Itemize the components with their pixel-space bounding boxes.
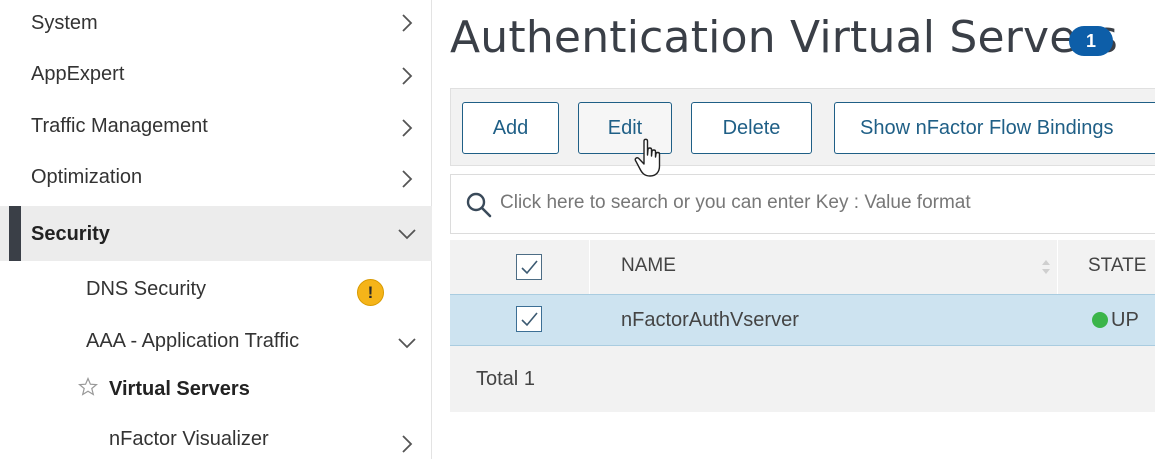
page-title: Authentication Virtual Servers <box>450 12 1118 63</box>
search-icon <box>465 191 493 219</box>
chevron-right-icon <box>397 118 417 138</box>
sidebar-item-label: AAA - Application Traffic <box>86 330 300 352</box>
select-all-checkbox[interactable] <box>516 254 542 280</box>
sidebar: System AppExpert Traffic Management Opti… <box>0 0 432 459</box>
total-value: 1 <box>523 368 535 390</box>
sidebar-item-aaa-application-traffic[interactable]: AAA - Application Traffic <box>0 318 432 366</box>
delete-button[interactable]: Delete <box>691 102 812 154</box>
chevron-down-icon <box>397 333 417 353</box>
sidebar-item-label: Virtual Servers <box>109 378 250 400</box>
sidebar-item-label: Traffic Management <box>31 115 208 137</box>
select-all-header <box>450 240 590 294</box>
sidebar-item-traffic-management[interactable]: Traffic Management <box>0 102 432 150</box>
column-header-label: STATE <box>1088 255 1147 276</box>
row-name-cell: nFactorAuthVserver <box>621 309 799 331</box>
sidebar-item-appexpert[interactable]: AppExpert <box>0 50 432 98</box>
warning-icon: ! <box>357 279 384 306</box>
sidebar-item-nfactor-visualizer[interactable]: nFactor Visualizer <box>0 416 432 459</box>
sidebar-item-label: AppExpert <box>31 63 125 85</box>
sidebar-item-label: nFactor Visualizer <box>109 428 269 450</box>
search-input[interactable]: Click here to search or you can enter Ke… <box>500 192 971 214</box>
sidebar-item-label: Optimization <box>31 166 143 188</box>
total-label: Total <box>476 368 519 390</box>
sort-icon[interactable] <box>1040 257 1052 277</box>
chevron-right-icon <box>397 169 417 189</box>
sidebar-item-label: DNS Security <box>86 278 207 300</box>
sidebar-item-virtual-servers[interactable]: Virtual Servers <box>0 366 432 412</box>
active-indicator <box>9 206 21 261</box>
hand-cursor-icon <box>632 137 670 179</box>
table-row[interactable]: nFactorAuthVserver UP <box>450 294 1155 346</box>
chevron-down-icon <box>397 224 417 244</box>
row-checkbox[interactable] <box>516 306 542 332</box>
row-state-cell: UP <box>1111 309 1139 331</box>
chevron-right-icon <box>397 434 417 454</box>
toolbar: Add Edit Delete Show nFactor Flow Bindin… <box>450 88 1155 166</box>
sidebar-item-system[interactable]: System <box>0 0 432 48</box>
table-total: Total 1 <box>476 368 535 391</box>
chevron-right-icon <box>397 66 417 86</box>
column-header-state[interactable]: STATE <box>1062 240 1155 294</box>
sidebar-item-optimization[interactable]: Optimization <box>0 153 432 201</box>
data-table: NAME STATE nFactorAuthVserver UP Total 1 <box>450 240 1155 412</box>
sidebar-item-label: System <box>31 12 98 34</box>
sidebar-item-label: Security <box>31 223 110 245</box>
chevron-right-icon <box>397 13 417 33</box>
column-header-name[interactable]: NAME <box>595 240 1058 294</box>
search-bar[interactable]: Click here to search or you can enter Ke… <box>450 174 1155 234</box>
add-button[interactable]: Add <box>462 102 559 154</box>
status-up-icon <box>1092 312 1108 328</box>
sidebar-item-security[interactable]: Security <box>0 206 432 261</box>
count-badge: 1 <box>1069 26 1113 56</box>
column-header-label: NAME <box>621 255 676 276</box>
show-nfactor-flow-bindings-button[interactable]: Show nFactor Flow Bindings <box>834 102 1155 154</box>
